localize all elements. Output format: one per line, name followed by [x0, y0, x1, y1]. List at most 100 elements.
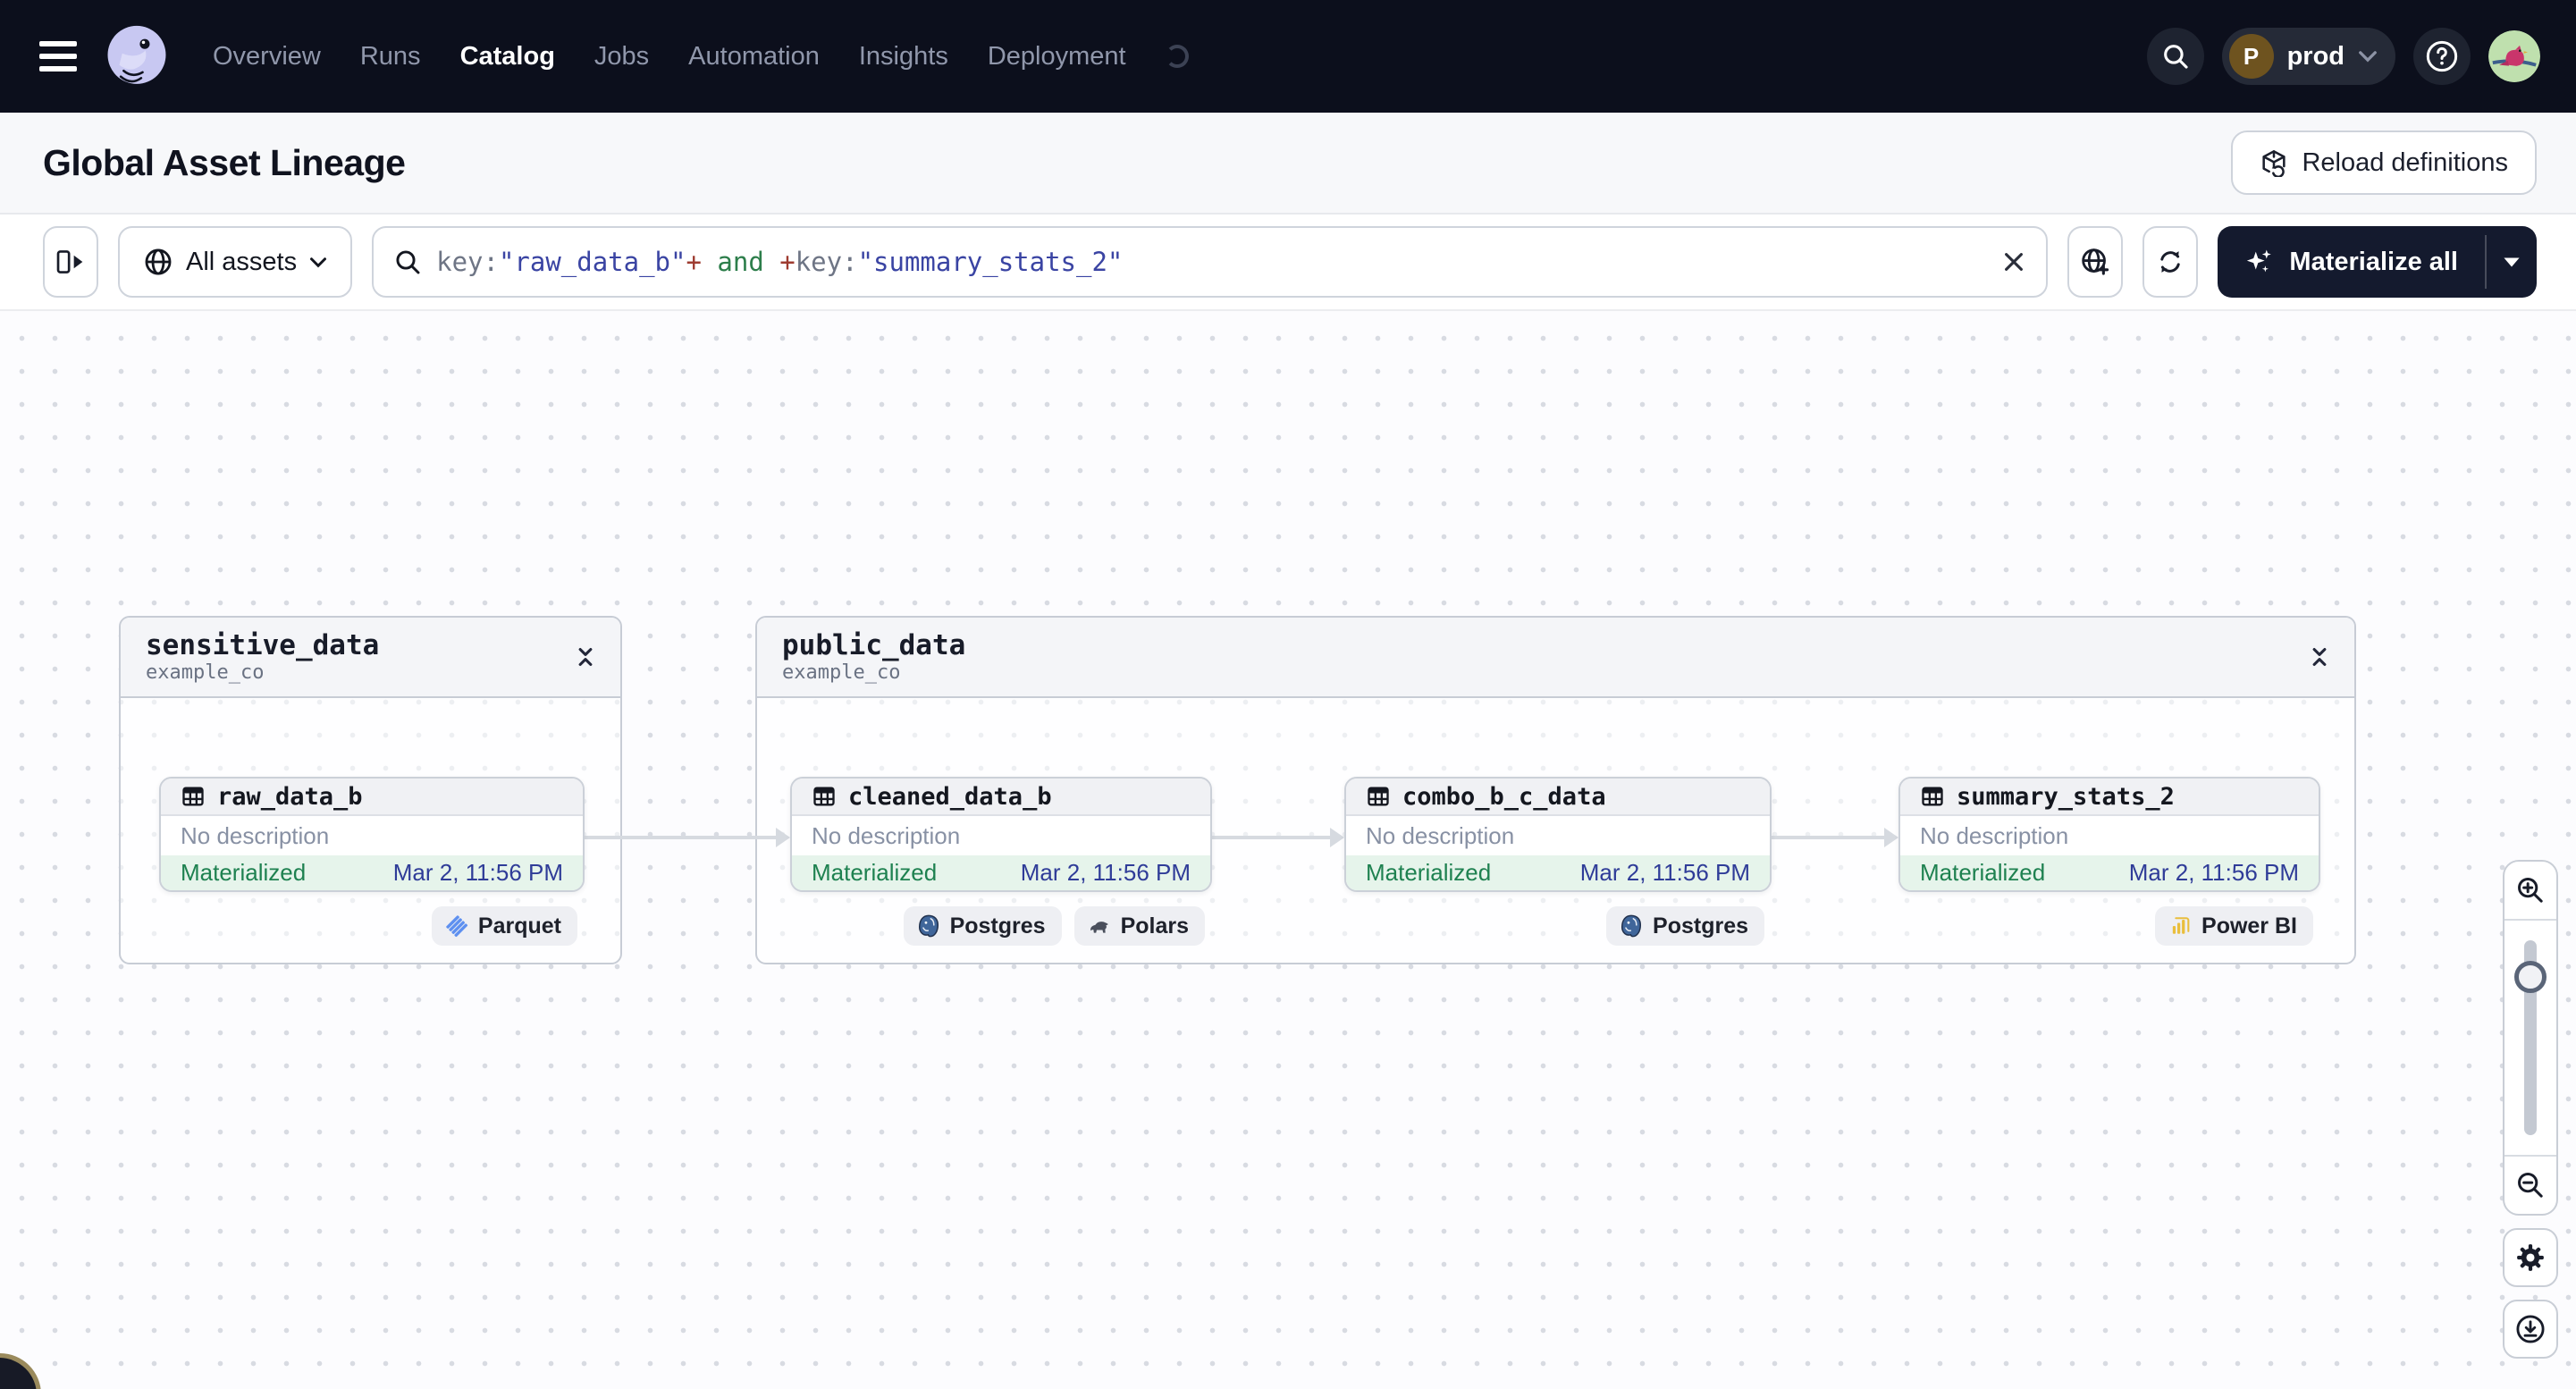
asset-node-wrap: raw_data_b No description Materialized M…: [159, 777, 585, 946]
dagster-logo-icon[interactable]: [102, 21, 172, 91]
zoom-slider[interactable]: [2504, 921, 2556, 1155]
edge-combo-to-summary: [1772, 828, 1898, 847]
asset-node-wrap: cleaned_data_b No description Materializ…: [790, 777, 1212, 946]
asset-description: No description: [1366, 821, 1515, 849]
menu-icon[interactable]: [39, 41, 77, 72]
badge-row: Power BI: [1898, 906, 2320, 946]
asset-node-combo-b-c-data[interactable]: combo_b_c_data No description Materializ…: [1344, 777, 1772, 892]
chevron-down-icon: [2359, 51, 2377, 63]
caret-down-icon: [2504, 257, 2520, 266]
deployment-initial-badge: P: [2228, 34, 2274, 79]
collapse-group-button[interactable]: [2308, 645, 2331, 669]
status-timestamp: Mar 2, 11:56 PM: [2128, 859, 2299, 886]
page-header: Global Asset Lineage Reload definitions: [0, 113, 2576, 215]
asset-description: No description: [181, 821, 330, 849]
deployment-switcher[interactable]: P prod: [2221, 28, 2395, 85]
status-label: Materialized: [812, 859, 938, 886]
download-graph-button[interactable]: [2503, 1300, 2558, 1359]
group-title: sensitive_data: [146, 628, 380, 661]
search-icon: [396, 250, 420, 274]
nav-item-deployment[interactable]: Deployment: [988, 42, 1126, 72]
lineage-canvas[interactable]: sensitive_data example_co public_data ex…: [0, 309, 2576, 1389]
polars-icon: [1090, 922, 1108, 933]
top-nav: Overview Runs Catalog Jobs Automation In…: [0, 0, 2576, 113]
badge-postgres[interactable]: Postgres: [903, 906, 1062, 946]
group-header[interactable]: sensitive_data example_co: [121, 618, 620, 698]
postgres-icon: [918, 914, 939, 938]
query-text[interactable]: key:"raw_data_b"+ and +key:"summary_stat…: [436, 247, 1987, 277]
badge-row: Postgres Polars: [790, 906, 1212, 946]
new-asset-group-view-button[interactable]: [2067, 226, 2124, 298]
group-header[interactable]: public_data example_co: [757, 618, 2354, 698]
help-button[interactable]: [2413, 28, 2471, 85]
status-label: Materialized: [1920, 859, 2046, 886]
user-avatar[interactable]: [2488, 30, 2540, 82]
nav-item-catalog[interactable]: Catalog: [460, 42, 555, 72]
badge-row: Postgres: [1344, 906, 1772, 946]
globe-icon: [145, 248, 172, 275]
table-icon: [1368, 787, 1389, 806]
zoom-out-icon: [2518, 1173, 2543, 1198]
zoom-out-button[interactable]: [2504, 1155, 2556, 1214]
lineage-toolbar: All assets key:"raw_data_b"+ and +key:"s…: [0, 215, 2576, 309]
asset-description: No description: [1920, 821, 2069, 849]
badge-polars[interactable]: Polars: [1073, 906, 1205, 946]
asset-node-header: raw_data_b: [161, 779, 583, 816]
search-icon: [2163, 45, 2188, 69]
lineage-query-input[interactable]: key:"raw_data_b"+ and +key:"summary_stat…: [372, 226, 2049, 298]
asset-scope-dropdown[interactable]: All assets: [118, 226, 353, 298]
materialize-all-button: Materialize all: [2218, 226, 2537, 298]
status-label: Materialized: [1366, 859, 1492, 886]
deployment-name: prod: [2286, 41, 2344, 71]
collapse-icon: [2312, 647, 2327, 667]
badge-row: Parquet: [159, 906, 585, 946]
reload-cube-icon: [2262, 150, 2286, 177]
nav-item-automation[interactable]: Automation: [688, 42, 820, 72]
minimap-panel-corner[interactable]: [0, 1353, 41, 1389]
asset-status-row: Materialized Mar 2, 11:56 PM: [1346, 855, 1770, 890]
badge-parquet[interactable]: Parquet: [431, 906, 577, 946]
badge-powerbi[interactable]: Power BI: [2155, 906, 2313, 946]
close-icon: [2005, 253, 2024, 271]
download-icon: [2516, 1315, 2545, 1343]
asset-node-header: cleaned_data_b: [792, 779, 1210, 816]
asset-node-cleaned-data-b[interactable]: cleaned_data_b No description Materializ…: [790, 777, 1212, 892]
table-icon: [813, 787, 835, 806]
zoom-slider-thumb[interactable]: [2514, 961, 2547, 993]
group-owner: example_co: [146, 661, 265, 685]
collapse-group-button[interactable]: [574, 645, 597, 669]
group-owner: example_co: [782, 661, 901, 685]
asset-name: combo_b_c_data: [1402, 782, 1606, 811]
nav-item-insights[interactable]: Insights: [859, 42, 948, 72]
badge-postgres[interactable]: Postgres: [1606, 906, 1764, 946]
nav-item-jobs[interactable]: Jobs: [594, 42, 649, 72]
clear-query-button[interactable]: [2001, 249, 2026, 274]
table-icon: [1922, 787, 1943, 806]
materialize-options-button[interactable]: [2487, 226, 2537, 298]
gear-icon: [2517, 1244, 2544, 1271]
panel-expand-icon: [56, 250, 83, 274]
collapse-icon: [578, 647, 593, 667]
asset-name: cleaned_data_b: [848, 782, 1052, 811]
nav-right: P prod: [2146, 28, 2540, 85]
nav-item-overview[interactable]: Overview: [213, 42, 321, 72]
materialize-all-main[interactable]: Materialize all: [2218, 226, 2485, 298]
asset-node-raw-data-b[interactable]: raw_data_b No description Materialized M…: [159, 777, 585, 892]
zoom-in-button[interactable]: [2504, 862, 2556, 921]
open-panel-button[interactable]: [43, 226, 98, 298]
postgres-icon: [1621, 914, 1642, 938]
status-timestamp: Mar 2, 11:56 PM: [392, 859, 563, 886]
search-button[interactable]: [2146, 28, 2204, 85]
asset-status-row: Materialized Mar 2, 11:56 PM: [161, 855, 583, 890]
nav-item-runs[interactable]: Runs: [360, 42, 421, 72]
graph-settings-button[interactable]: [2503, 1228, 2558, 1287]
asset-node-summary-stats-2[interactable]: summary_stats_2 No description Materiali…: [1898, 777, 2320, 892]
asset-name: summary_stats_2: [1957, 782, 2175, 811]
zoom-controls: [2503, 860, 2558, 1216]
status-timestamp: Mar 2, 11:56 PM: [1579, 859, 1750, 886]
refresh-graph-button[interactable]: [2142, 226, 2199, 298]
nav-links: Overview Runs Catalog Jobs Automation In…: [213, 42, 1189, 72]
asset-description: No description: [812, 821, 961, 849]
status-label: Materialized: [181, 859, 307, 886]
reload-definitions-button[interactable]: Reload definitions: [2231, 130, 2537, 195]
